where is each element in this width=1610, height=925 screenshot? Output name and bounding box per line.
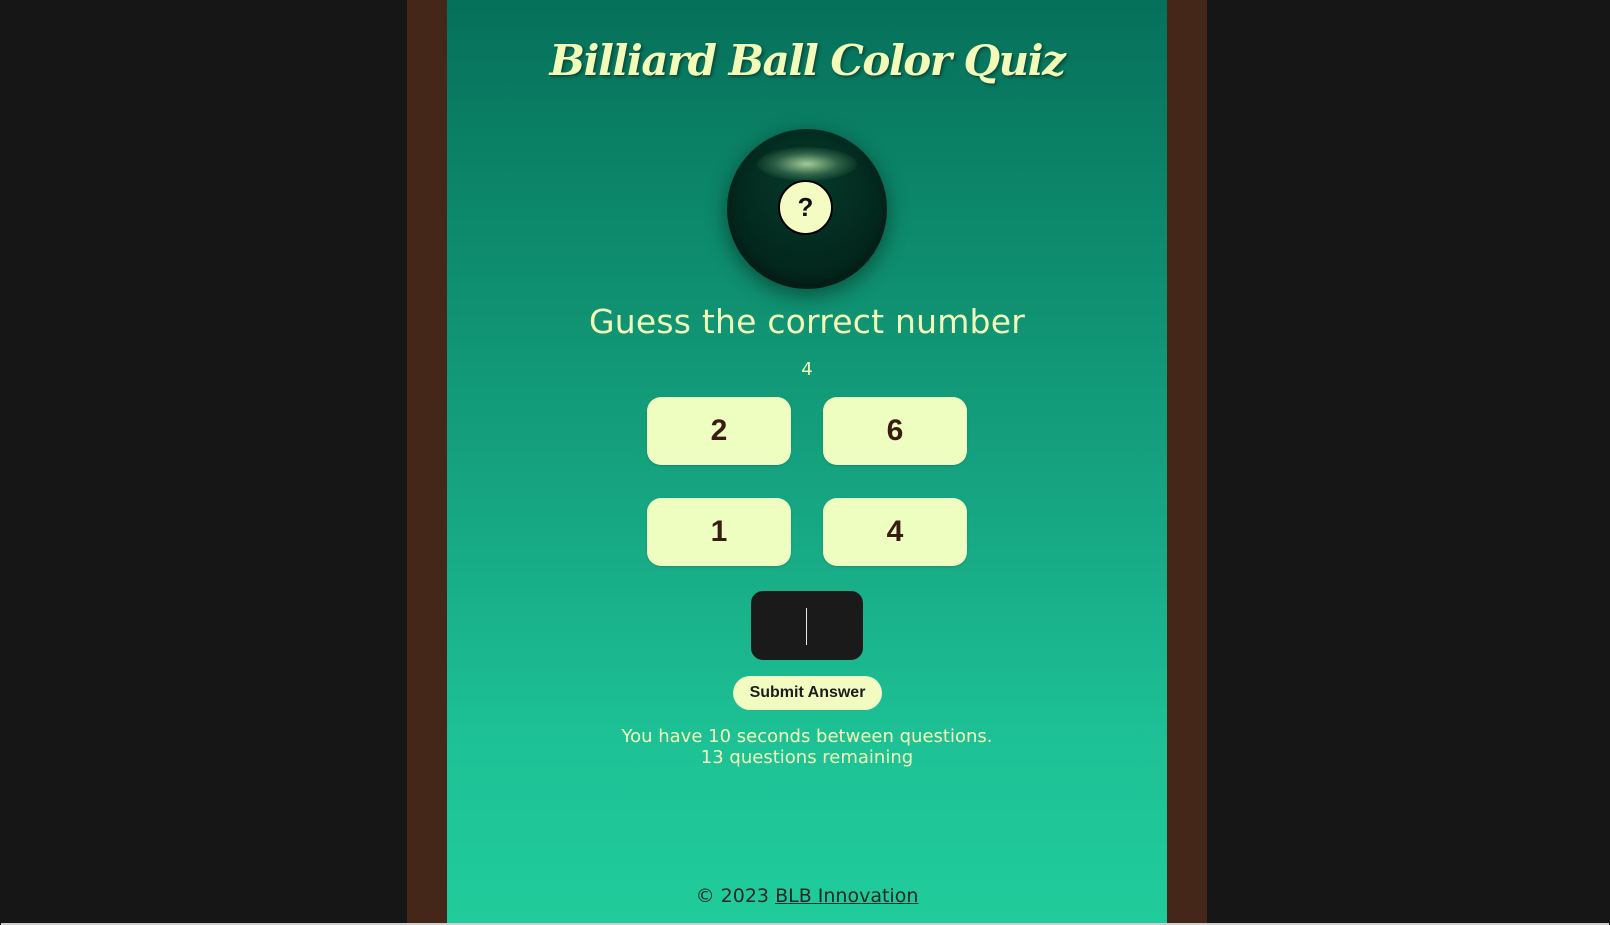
page-title: Billiard Ball Color Quiz [549, 36, 1066, 85]
hint-number: 4 [801, 359, 813, 380]
footer-link-blb-innovation[interactable]: BLB Innovation [775, 885, 918, 907]
choice-button-2[interactable]: 6 [823, 397, 967, 465]
ball-highlight [757, 147, 857, 181]
timer-text: You have 10 seconds between questions. [621, 726, 993, 747]
choice-button-1[interactable]: 2 [647, 397, 791, 465]
footer: © 2023 BLB Innovation [447, 885, 1167, 907]
ball-number-badge: ? [778, 180, 833, 235]
choice-button-3[interactable]: 1 [647, 498, 791, 566]
text-caret [806, 608, 807, 645]
quiz-panel: Billiard Ball Color Quiz ? Guess the cor… [447, 0, 1167, 923]
question-prompt: Guess the correct number [589, 302, 1025, 341]
choice-button-4[interactable]: 4 [823, 498, 967, 566]
quiz-info: You have 10 seconds between questions. 1… [447, 726, 1167, 768]
answer-input[interactable] [751, 591, 863, 660]
remaining-questions-text: 13 questions remaining [700, 747, 914, 768]
billiard-ball: ? [727, 129, 887, 289]
submit-answer-button[interactable]: Submit Answer [733, 676, 882, 710]
copyright-text: © 2023 [695, 885, 770, 907]
